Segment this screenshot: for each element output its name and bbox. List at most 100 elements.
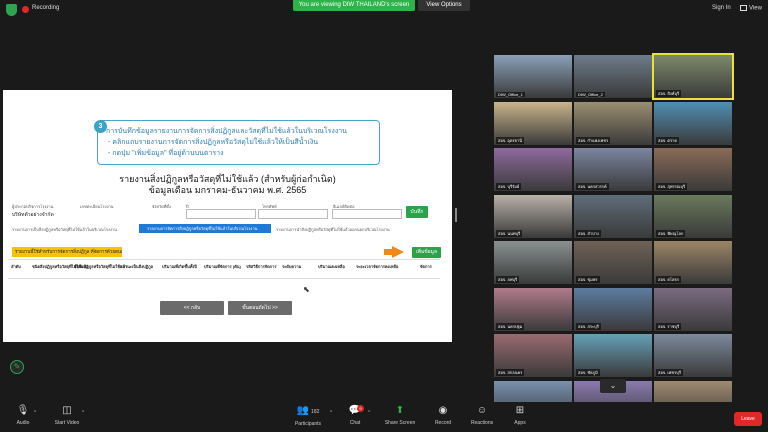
participants-label: Participants bbox=[294, 421, 322, 427]
viewing-banner: You are viewing DIW THAILAND's screen bbox=[293, 0, 415, 11]
participant-video-tile[interactable]: สอจ. กำแพงเพชร bbox=[574, 101, 652, 145]
audio-button[interactable]: 🎙 Audio bbox=[10, 405, 36, 426]
participant-name: สอจ. อุดรธานี bbox=[496, 136, 524, 144]
participant-video-tile[interactable]: สอจ. ราชบุรี bbox=[654, 287, 732, 331]
col-header: ระยะเวลาจัดการคงเหลือ bbox=[356, 264, 399, 269]
participant-name: สอจ. สกลนคร bbox=[496, 369, 525, 376]
col-header: ปริมาณที่จัดการ (ตัน) bbox=[204, 264, 241, 269]
gallery-next-page-chevron-icon[interactable]: ⌄ bbox=[600, 379, 626, 393]
share-screen-button[interactable]: ⬆ Share Screen bbox=[380, 405, 420, 426]
participant-name: สอจ. สิงห์บุรี bbox=[656, 90, 682, 97]
col-header: สถานะเป็นสิ่งปฏิกูล bbox=[120, 264, 154, 269]
participant-name: สอจ. พิษณุโลก bbox=[656, 229, 686, 237]
security-shield-icon[interactable] bbox=[6, 4, 17, 16]
participant-video-tile[interactable]: สอจ. ตราด bbox=[654, 101, 732, 145]
view-button[interactable]: View bbox=[740, 5, 762, 12]
participant-video-tile[interactable]: DIW_Office_2 bbox=[574, 55, 652, 98]
participant-video-tile[interactable]: สอจ. อุดรธานี bbox=[494, 101, 572, 145]
participants-button[interactable]: 👥 182 Participants bbox=[286, 405, 330, 427]
participant-video-tile[interactable]: สอจ. ชัยภูมิ bbox=[574, 334, 652, 377]
storage-report-tab[interactable]: รายงานการเก็บสิ่งปฏิกูลหรือวัสดุที่ไม่ใช… bbox=[12, 226, 117, 233]
callout-line-1: การบันทึกข้อมูลรายงานการจัดการสิ่งปฏิกูล… bbox=[106, 128, 347, 135]
reactions-button[interactable]: ☺ Reactions bbox=[466, 405, 498, 426]
year-field[interactable] bbox=[186, 209, 256, 219]
participant-name: สอจ. ชัยภูมิ bbox=[576, 369, 600, 376]
back-button[interactable]: << กลับ bbox=[160, 301, 224, 315]
participant-name: สอจ. ลำปาง bbox=[576, 229, 601, 237]
participant-name: สอจ. สระบุรี bbox=[576, 322, 601, 330]
video-camera-off-icon: ◫ bbox=[62, 405, 72, 416]
col-header: ลำดับ bbox=[11, 264, 21, 269]
participant-video-tile[interactable]: สอจ. พิษณุโลก bbox=[654, 194, 732, 238]
scroll-divider[interactable] bbox=[455, 208, 457, 222]
participants-count: 182 bbox=[311, 409, 320, 415]
participant-video-tile[interactable]: สอจ. นครปฐม bbox=[494, 287, 572, 331]
col-header: รหัสวิธีการจัดการ bbox=[246, 264, 277, 269]
apps-grid-icon: ⊞ bbox=[515, 405, 525, 416]
participant-name: สอจ. ยโสธร bbox=[656, 276, 681, 283]
video-options-caret-icon[interactable]: ^ bbox=[82, 410, 84, 416]
leave-button[interactable]: Leave bbox=[734, 412, 762, 426]
audio-options-caret-icon[interactable]: ^ bbox=[34, 410, 36, 416]
annotate-pen-icon[interactable]: ✎ bbox=[10, 360, 24, 374]
start-video-button[interactable]: ◫ Start Video bbox=[48, 405, 86, 426]
participant-name: สอจ. นนทบุรี bbox=[496, 229, 523, 237]
top-bar: Recording You are viewing DIW THAILAND's… bbox=[0, 0, 768, 20]
participant-name: DIW_Office_2 bbox=[576, 92, 605, 97]
participant-name: สอจ. ราชบุรี bbox=[656, 322, 682, 330]
callout-line-2: - คลิกแถบรายงานการจัดการสิ่งปฏิกูลหรือวั… bbox=[108, 139, 319, 146]
apps-button[interactable]: ⊞ Apps bbox=[508, 405, 532, 426]
participant-video-tile[interactable]: สอจ. นครสวรรค์ bbox=[574, 148, 652, 191]
add-data-button[interactable]: เพิ่มข้อมูล bbox=[412, 247, 441, 258]
info-alert: รายงานนี้ใช้สำหรับการจัดการสิ่งปฏิกูล ที… bbox=[12, 247, 122, 257]
chat-label: Chat bbox=[349, 420, 361, 426]
participant-name: สอจ. ตราด bbox=[656, 136, 679, 144]
audio-label: Audio bbox=[16, 420, 30, 426]
participant-name: สอจ. ลพบุรี bbox=[496, 276, 520, 283]
participant-video-tile[interactable]: สอจ. บุรีรัมย์ bbox=[494, 148, 572, 191]
col-header: ระดับความ bbox=[282, 264, 302, 269]
meeting-toolbar: 🎙 Audio ^ ◫ Start Video ^ 👥 182 Participants… bbox=[0, 402, 768, 432]
col-header: ปริมาณที่เกิดขึ้นทั้งปี bbox=[162, 264, 197, 269]
record-icon: ◉ bbox=[438, 405, 448, 416]
participant-video-tile[interactable]: สอจ. สระบุรี bbox=[574, 287, 652, 331]
participant-video-tile[interactable]: สอจ. สิงห์บุรี bbox=[652, 53, 734, 100]
record-button[interactable]: ◉ Record bbox=[430, 405, 456, 426]
participant-video-tile[interactable]: DIW_Office_1 bbox=[494, 55, 572, 98]
view-label: View bbox=[749, 5, 762, 12]
participant-video-tile[interactable]: สอจ. สุพรรณบุรี bbox=[654, 148, 732, 191]
participant-video-tile[interactable]: สอจ. ชุมพร bbox=[574, 241, 652, 284]
microphone-icon: 🎙 bbox=[16, 405, 30, 416]
participant-video-tile[interactable]: สอจ. สกลนคร bbox=[494, 334, 572, 377]
table-header: ลำดับ ชนิดสิ่งปฏิกูลหรือวัสดุที่ไม่ใช้แล… bbox=[8, 259, 440, 279]
callout-line-3: - กดปุ่ม "เพิ่มข้อมูล" ที่อยู่ด้านบนตารา… bbox=[108, 150, 224, 157]
management-report-tab[interactable]: รายงานการจัดการสิ่งปฏิกูลหรือวัสดุที่ไม่… bbox=[139, 224, 271, 233]
record-label: Record bbox=[434, 420, 452, 426]
participant-name: สอจ. สุพรรณบุรี bbox=[656, 183, 688, 190]
transport-report-tab[interactable]: รายงานการนำสิ่งปฏิกูลหรือวัสดุที่ไม่ใช้แ… bbox=[276, 226, 390, 233]
participant-video-tile[interactable]: สอจ. เพชรบุรี bbox=[654, 334, 732, 377]
phone-field[interactable] bbox=[258, 209, 328, 219]
participant-name: สอจ. ชุมพร bbox=[576, 276, 600, 283]
participant-video-tile[interactable]: สอจ. ลพบุรี bbox=[494, 241, 572, 284]
save-button[interactable]: บันทึก bbox=[406, 206, 428, 218]
participants-options-caret-icon[interactable]: ^ bbox=[330, 410, 332, 416]
col-header: ปริมาณคงเหลือ bbox=[318, 264, 345, 269]
participants-icon: 👥 182 bbox=[296, 405, 320, 416]
chat-options-caret-icon[interactable]: ^ bbox=[368, 410, 370, 416]
next-step-button[interactable]: ขั้นตอนถัดไป >> bbox=[228, 301, 292, 315]
grid-view-icon bbox=[740, 5, 747, 11]
participant-video-tile[interactable]: สอจ. นนทบุรี bbox=[494, 194, 572, 238]
participant-video-tile[interactable]: สอจ. ลำปาง bbox=[574, 194, 652, 238]
sign-in-link[interactable]: Sign In bbox=[712, 5, 731, 11]
factory-label: ผู้ประกอบกิจการโรงงาน bbox=[12, 204, 54, 209]
email-field[interactable] bbox=[332, 209, 402, 219]
participant-name: สอจ. นครสวรรค์ bbox=[576, 183, 609, 190]
video-gallery: DIW_Office_1 DIW_Office_2 สอจ. สิงห์บุรีสอ… bbox=[494, 53, 734, 424]
view-options-button[interactable]: View Options bbox=[418, 0, 470, 11]
recording-dot-icon bbox=[22, 6, 29, 13]
video-label: Start Video bbox=[54, 420, 80, 426]
col-header: จัดการ bbox=[420, 264, 432, 269]
participant-video-tile[interactable]: สอจ. ยโสธร bbox=[654, 241, 732, 284]
factory-value: บริษัทตัวอย่างจำกัด bbox=[12, 212, 54, 218]
